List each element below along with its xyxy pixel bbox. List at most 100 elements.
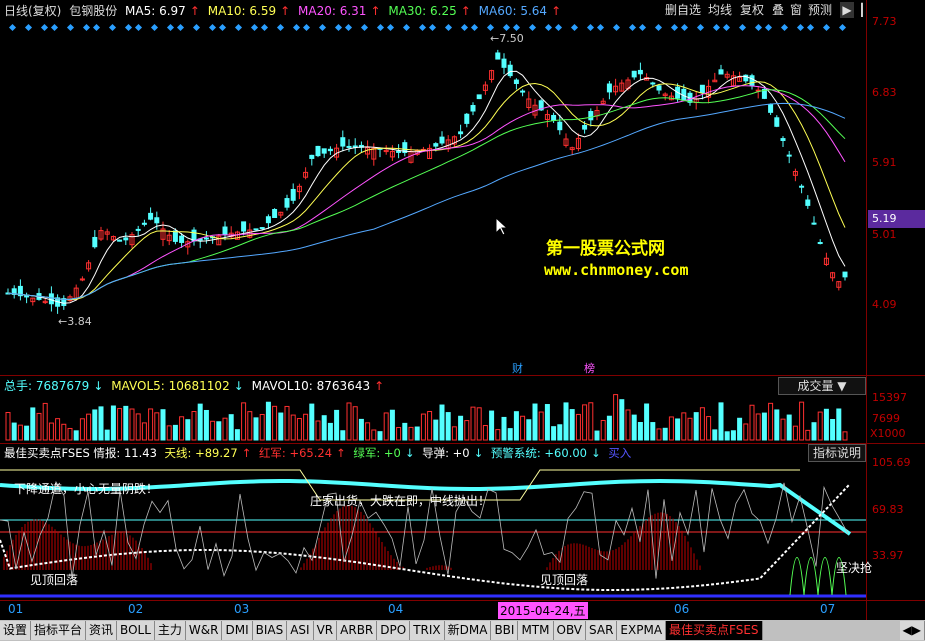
finance-marker[interactable]: 财 (512, 360, 523, 376)
green-arc (817, 557, 833, 596)
volume-bar (799, 401, 805, 441)
ma5-value: MA5: 6.97 (125, 4, 186, 18)
forecast-button[interactable]: 预测 (808, 2, 832, 18)
candle-body (582, 124, 588, 130)
right-axis-divider (866, 0, 867, 620)
tab--[interactable]: 资讯 (86, 621, 118, 640)
candle-body (650, 82, 656, 85)
volume-bar (352, 406, 358, 441)
volume-bar (724, 431, 730, 441)
price-axis-label: 5.01 (872, 228, 897, 241)
delete-watch-button[interactable]: 删自选 (665, 2, 701, 18)
candle-body (141, 222, 147, 225)
dropdown-arrow-icon: ▼ (837, 379, 847, 393)
candle-body (272, 209, 278, 218)
volume-bar (544, 404, 550, 441)
candle-body (222, 226, 228, 236)
candle-body (241, 221, 247, 232)
decisive-buy-text: 坚决抢 (836, 561, 873, 575)
tab-w-r[interactable]: W&R (185, 621, 223, 640)
volume-bar (5, 412, 11, 441)
volume-bar (24, 425, 30, 441)
tab--dma[interactable]: 新DMA (444, 621, 492, 640)
candle-body (346, 145, 352, 148)
candle-body (203, 237, 209, 240)
candle-body (265, 216, 271, 224)
period-label[interactable]: 日线(复权) (4, 4, 61, 18)
window-button[interactable]: 窗 (790, 2, 802, 18)
candle-body (123, 237, 129, 241)
tab-vr[interactable]: VR (313, 621, 338, 640)
overlay-button[interactable]: 叠 (772, 2, 784, 18)
candle-body (768, 104, 774, 113)
candle-body (135, 228, 141, 231)
daodan-value: 导弹: +0 (422, 446, 470, 460)
volume-bar (86, 413, 92, 441)
signal-diamond (780, 23, 789, 32)
tab-bias[interactable]: BIAS (252, 621, 288, 640)
signal-diamond (528, 23, 537, 32)
volume-bar (371, 429, 377, 441)
volume-bar (327, 422, 333, 441)
signal-diamond (554, 23, 563, 32)
volume-bar (265, 401, 271, 441)
tab-mtm[interactable]: MTM (518, 621, 554, 640)
volume-bar (210, 420, 216, 441)
volume-bar (408, 426, 414, 441)
volume-bar (681, 412, 687, 441)
ma-line-button[interactable]: 均线 (708, 2, 732, 18)
tab-dpo[interactable]: DPO (377, 621, 411, 640)
rank-marker[interactable]: 榜 (584, 360, 595, 376)
candle-body (507, 64, 513, 77)
signal-diamond (92, 23, 101, 32)
ma20-value: MA20: 6.31 (298, 4, 367, 18)
tab--[interactable]: 指标平台 (31, 621, 87, 640)
tab-trix[interactable]: TRIX (410, 621, 445, 640)
volume-bar (222, 417, 228, 441)
signal-diamond (260, 23, 269, 32)
volume-bar (687, 417, 693, 441)
alarm-value: 预警系统: +60.00 (490, 446, 587, 460)
candle-body (470, 105, 476, 112)
volume-bar (600, 419, 606, 441)
mavol5-value: MAVOL5: 10681102 (111, 379, 230, 393)
signal-diamond (754, 23, 763, 32)
tab--[interactable]: 主力 (154, 621, 186, 640)
lvjun-down-arrow-icon: ↓ (404, 446, 415, 460)
candle-body (352, 145, 358, 148)
volume-bar (792, 425, 798, 441)
tab--[interactable]: 设置 (0, 621, 32, 640)
volume-bar (253, 417, 259, 441)
reinstate-button[interactable]: 复权 (740, 2, 764, 18)
volume-bar (396, 427, 402, 441)
signal-diamond (654, 23, 663, 32)
moving-average-line (7, 81, 846, 301)
signal-diamond (638, 23, 647, 32)
candle-body (699, 84, 705, 94)
tab-dmi[interactable]: DMI (222, 621, 253, 640)
tab-obv[interactable]: OBV (553, 621, 587, 640)
collapse-arrow-icon[interactable]: ▶ (840, 2, 854, 18)
tab--fses[interactable]: 最佳买卖点FSES (666, 621, 763, 640)
volume-bar (377, 431, 383, 441)
indicator-axis-label: 69.83 (872, 503, 904, 516)
tab-bbi[interactable]: BBI (491, 621, 519, 640)
tab-scroll-arrows-icon[interactable]: ◀▶ (899, 621, 925, 640)
tab-asi[interactable]: ASI (287, 621, 314, 640)
signal-diamond (670, 23, 679, 32)
volume-bar (216, 421, 222, 441)
tab-boll[interactable]: BOLL (117, 621, 155, 640)
tab-sar[interactable]: SAR (586, 621, 618, 640)
tab-arbr[interactable]: ARBR (337, 621, 378, 640)
volume-bar (309, 403, 315, 441)
volume-bar (513, 411, 519, 441)
mavol10-value: MAVOL10: 8763643 (251, 379, 371, 393)
signal-diamond (166, 23, 175, 32)
signal-diamond (738, 23, 747, 32)
volume-bar (495, 429, 501, 441)
signal-diamond (8, 23, 17, 32)
buy-label: 买入 (608, 446, 632, 460)
tab-expma[interactable]: EXPMA (617, 621, 667, 640)
ma30-value: MA30: 6.25 (388, 4, 457, 18)
volume-bar (737, 417, 743, 441)
